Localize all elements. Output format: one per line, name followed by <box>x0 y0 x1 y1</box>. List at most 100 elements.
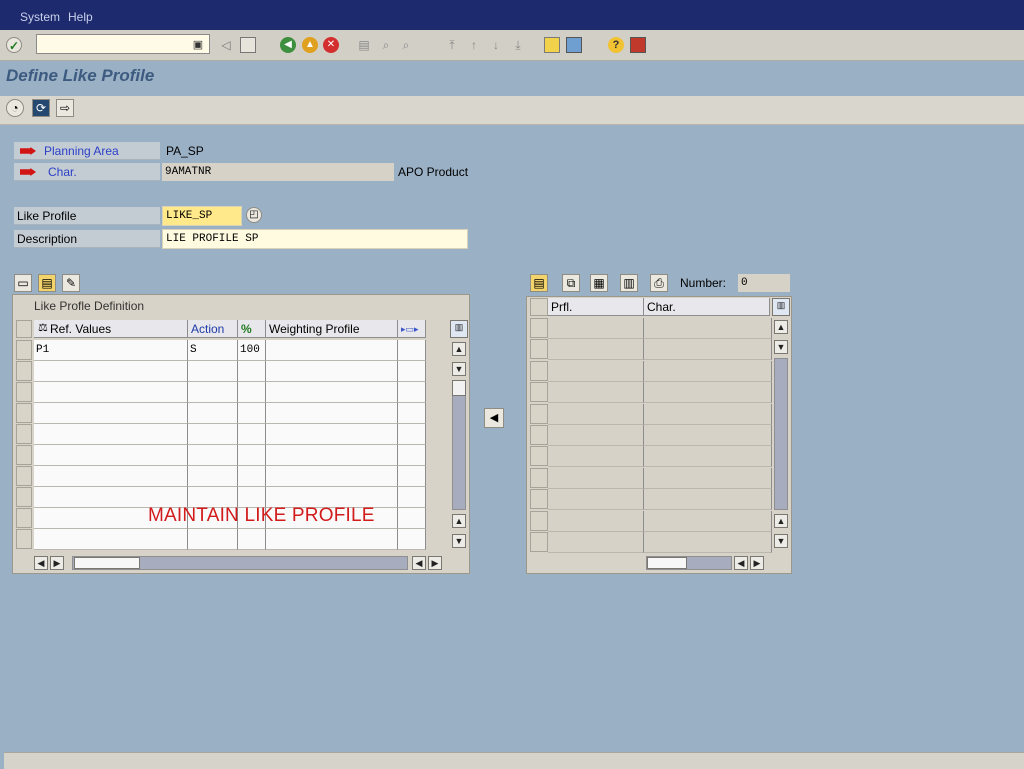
table-cell[interactable] <box>644 489 772 511</box>
row-selector[interactable] <box>530 489 548 510</box>
horizontal-scroll-thumb[interactable] <box>74 557 140 569</box>
table-cell[interactable] <box>548 446 644 468</box>
print-icon[interactable]: ⎙ <box>650 274 668 292</box>
column-header-weighting-profile[interactable]: Weighting Profile <box>266 320 398 338</box>
table-cell[interactable] <box>238 466 266 487</box>
row-selector[interactable] <box>530 382 548 403</box>
row-selector[interactable] <box>530 532 548 552</box>
table-cell[interactable]: 100 <box>238 340 266 361</box>
table-cell[interactable] <box>34 529 188 550</box>
execute-icon[interactable]: ◔ <box>6 99 24 117</box>
horizontal-scroll-thumb[interactable] <box>647 557 687 569</box>
row-selector[interactable] <box>16 340 32 360</box>
column-header-prfl[interactable]: Prfl. <box>548 298 644 316</box>
shortcut-icon[interactable] <box>566 37 582 53</box>
save-icon[interactable] <box>240 37 256 53</box>
table-cell[interactable] <box>644 467 772 489</box>
table-cell[interactable] <box>34 466 188 487</box>
table-cell[interactable] <box>266 466 398 487</box>
table-cell[interactable] <box>548 510 644 532</box>
char-label[interactable]: Char. <box>48 163 77 181</box>
table-cell[interactable] <box>398 382 426 403</box>
previous-page-icon[interactable]: ↑ <box>466 37 482 53</box>
column-layout-icon[interactable]: ▥ <box>772 298 790 316</box>
row-selector[interactable] <box>16 508 32 528</box>
table-cell[interactable] <box>188 445 238 466</box>
table-cell[interactable] <box>548 489 644 511</box>
column-header-more[interactable]: ▸▭▸ <box>398 320 426 338</box>
column-header-char[interactable]: Char. <box>644 298 770 316</box>
print-icon[interactable]: ▤ <box>356 37 372 53</box>
table-cell[interactable] <box>238 424 266 445</box>
table-cell[interactable] <box>34 382 188 403</box>
vertical-scrollbar[interactable] <box>452 380 466 510</box>
scroll-up-button[interactable]: ▲ <box>774 320 788 334</box>
column-layout-icon[interactable]: ▥ <box>450 320 468 338</box>
table-cell[interactable] <box>238 361 266 382</box>
menu-help[interactable]: Help <box>68 10 93 24</box>
description-input[interactable]: LIE PROFILE SP <box>162 229 468 249</box>
transfer-icon[interactable]: ⇨ <box>56 99 74 117</box>
table-cell[interactable] <box>644 403 772 425</box>
table-cell[interactable]: P1 <box>34 340 188 361</box>
create-session-icon[interactable] <box>544 37 560 53</box>
scroll-up-button[interactable]: ▲ <box>774 514 788 528</box>
table-cell[interactable] <box>238 382 266 403</box>
command-field[interactable] <box>36 34 210 54</box>
scroll-left-button[interactable]: ◀ <box>734 556 748 570</box>
table-cell[interactable] <box>398 487 426 508</box>
scroll-down-button[interactable]: ▼ <box>452 362 466 376</box>
table-cell[interactable] <box>188 529 238 550</box>
scroll-right-button[interactable]: ▶ <box>50 556 64 570</box>
table-cell[interactable] <box>398 424 426 445</box>
scroll-left-button[interactable]: ◀ <box>34 556 48 570</box>
table-cell[interactable] <box>398 466 426 487</box>
column-header-ref-values[interactable]: Ref. Values <box>34 320 188 338</box>
enter-icon[interactable]: ✓ <box>6 37 22 53</box>
row-selector[interactable] <box>530 510 548 531</box>
table-cell[interactable] <box>548 425 644 446</box>
exit-icon[interactable]: ▲ <box>302 37 318 53</box>
row-selector[interactable] <box>530 339 548 360</box>
planning-area-label[interactable]: Planning Area <box>44 142 119 160</box>
table-cell[interactable] <box>34 445 188 466</box>
table-cell[interactable] <box>644 446 772 468</box>
table-cell[interactable] <box>266 340 398 361</box>
find-icon[interactable]: ⌕ <box>378 37 394 53</box>
column-header-action[interactable]: Action <box>188 320 238 338</box>
table-cell[interactable] <box>644 382 772 404</box>
table-cell[interactable] <box>548 382 644 404</box>
transfer-left-button[interactable]: ◀ <box>484 408 504 428</box>
table-cell[interactable] <box>548 318 644 339</box>
scroll-up-button[interactable]: ▲ <box>452 342 466 356</box>
table-cell[interactable] <box>644 425 772 446</box>
edit-pencil-icon[interactable]: ✎ <box>62 274 80 292</box>
row-selector[interactable] <box>16 466 32 486</box>
row-selector[interactable] <box>530 403 548 424</box>
row-selector[interactable] <box>530 446 548 467</box>
cancel-icon[interactable]: ✕ <box>323 37 339 53</box>
row-selector[interactable] <box>530 318 548 338</box>
row-selector[interactable] <box>16 529 32 549</box>
last-page-icon[interactable]: ⤓ <box>510 37 526 53</box>
next-page-icon[interactable]: ↓ <box>488 37 504 53</box>
scroll-right-button[interactable]: ▶ <box>428 556 442 570</box>
row-selector[interactable] <box>16 382 32 402</box>
row-selector[interactable] <box>16 445 32 465</box>
scroll-down-button[interactable]: ▼ <box>452 534 466 548</box>
table-cell[interactable] <box>238 445 266 466</box>
display-icon[interactable]: ▤ <box>530 274 548 292</box>
table-cell[interactable] <box>266 382 398 403</box>
table-cell[interactable] <box>548 360 644 382</box>
table-cell[interactable] <box>398 445 426 466</box>
copy-icon[interactable]: ⧉ <box>562 274 580 292</box>
table-cell[interactable] <box>238 529 266 550</box>
select-all-button[interactable] <box>530 298 548 316</box>
table-cell[interactable] <box>188 466 238 487</box>
help-icon[interactable]: ? <box>608 37 624 53</box>
table-cell[interactable] <box>644 360 772 382</box>
table-cell[interactable] <box>266 445 398 466</box>
save-icon[interactable]: ▭ <box>14 274 32 292</box>
search-help-icon[interactable]: ◰ <box>246 207 262 223</box>
row-selector[interactable] <box>530 360 548 381</box>
